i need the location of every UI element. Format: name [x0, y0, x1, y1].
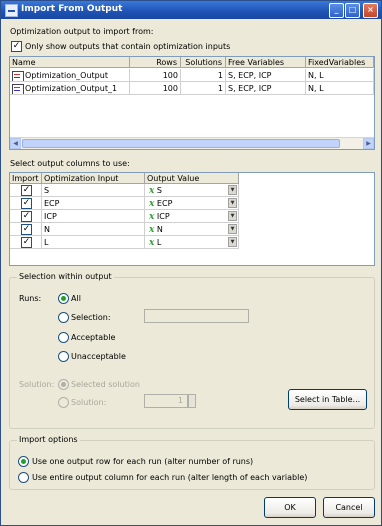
- output-value-text: L: [156, 238, 162, 247]
- runs-selection-field[interactable]: [144, 309, 249, 323]
- runs-all-radio[interactable]: [58, 293, 69, 304]
- solution-number-label: Solution:: [71, 398, 107, 407]
- scroll-left-icon[interactable]: ◀: [10, 138, 21, 149]
- runs-selection-label: Selection:: [71, 313, 111, 322]
- solution-number-field[interactable]: 1: [144, 394, 188, 408]
- col-header-fixed-variables[interactable]: FixedVariables: [306, 57, 374, 68]
- dropdown-arrow-icon[interactable]: ▼: [228, 237, 237, 247]
- selected-solution-label: Selected solution: [71, 380, 140, 389]
- maximize-button[interactable]: □: [345, 3, 360, 18]
- fx-variable-icon: x: [149, 199, 155, 209]
- output-value-dropdown[interactable]: x S ▼: [145, 184, 239, 197]
- dropdown-arrow-icon[interactable]: ▼: [228, 198, 237, 208]
- selection-group-title: Selection within output: [17, 272, 114, 281]
- col-header-optimization-input[interactable]: Optimization Input: [42, 173, 145, 184]
- solution-label: Solution:: [19, 380, 55, 389]
- optimization-input-name: N: [42, 223, 145, 236]
- runs-unacceptable-label: Unacceptable: [71, 352, 126, 361]
- output-value-dropdown[interactable]: x ECP ▼: [145, 197, 239, 210]
- select-in-table-button[interactable]: Select in Table...: [288, 389, 367, 410]
- output-free-variables: S, ECP, ICP: [226, 69, 306, 82]
- col-header-import[interactable]: Import: [10, 173, 42, 184]
- solution-spinner[interactable]: [188, 394, 196, 408]
- output-fixed-variables: N, L: [306, 82, 374, 95]
- output-solutions: 1: [181, 82, 226, 95]
- output-value-text: ECP: [156, 199, 173, 208]
- fx-variable-icon: x: [149, 212, 155, 222]
- col-header-free-variables[interactable]: Free Variables: [226, 57, 306, 68]
- fx-variable-icon: x: [149, 186, 155, 196]
- import-checkbox[interactable]: ✓: [21, 211, 32, 222]
- output-data-icon: [12, 84, 24, 94]
- optimization-input-name: S: [42, 184, 145, 197]
- title-bar[interactable]: Import From Output _ □ ×: [1, 1, 381, 19]
- col-header-rows[interactable]: Rows: [130, 57, 181, 68]
- import-checkbox[interactable]: ✓: [21, 224, 32, 235]
- col-header-output-value[interactable]: Output Value: [145, 173, 239, 184]
- dropdown-arrow-icon[interactable]: ▼: [228, 185, 237, 195]
- runs-unacceptable-radio[interactable]: [58, 351, 69, 362]
- runs-acceptable-radio[interactable]: [58, 332, 69, 343]
- import-checkbox[interactable]: ✓: [21, 185, 32, 196]
- optimization-input-name: L: [42, 236, 145, 249]
- output-rows: 100: [130, 69, 181, 82]
- output-name: Optimization_Output: [25, 71, 108, 80]
- import-checkbox[interactable]: ✓: [21, 198, 32, 209]
- output-section-label: Optimization output to import from:: [10, 27, 154, 36]
- runs-all-label: All: [71, 294, 81, 303]
- dropdown-arrow-icon[interactable]: ▼: [228, 211, 237, 221]
- optimization-input-name: ICP: [42, 210, 145, 223]
- ok-button[interactable]: OK: [264, 497, 316, 518]
- selected-solution-radio[interactable]: [58, 379, 69, 390]
- outputs-horizontal-scrollbar[interactable]: ◀ ▶: [10, 137, 374, 149]
- entire-column-per-run-label: Use entire output column for each run (a…: [32, 473, 308, 482]
- cancel-button[interactable]: Cancel: [323, 497, 375, 518]
- output-value-text: ICP: [156, 212, 170, 221]
- import-checkbox[interactable]: ✓: [21, 237, 32, 248]
- runs-label: Runs:: [19, 294, 42, 303]
- minimize-button[interactable]: _: [329, 3, 344, 18]
- output-value-text: N: [156, 225, 163, 234]
- output-value-dropdown[interactable]: x ICP ▼: [145, 210, 239, 223]
- solution-number-radio[interactable]: [58, 397, 69, 408]
- output-value-dropdown[interactable]: x N ▼: [145, 223, 239, 236]
- output-fixed-variables: N, L: [306, 69, 374, 82]
- one-row-per-run-label: Use one output row for each run (alter n…: [32, 457, 254, 466]
- close-button[interactable]: ×: [363, 3, 378, 18]
- solution-number-value: 1: [177, 396, 183, 405]
- output-data-icon: [12, 71, 24, 81]
- output-free-variables: S, ECP, ICP: [226, 82, 306, 95]
- window-title: Import From Output: [21, 4, 123, 14]
- optimization-input-name: ECP: [42, 197, 145, 210]
- fx-variable-icon: x: [149, 225, 155, 235]
- matlab-window-icon: [5, 4, 18, 17]
- fx-variable-icon: x: [149, 238, 155, 248]
- only-show-outputs-label: Only show outputs that contain optimizat…: [25, 42, 231, 51]
- output-rows: 100: [130, 82, 181, 95]
- columns-section-label: Select output columns to use:: [10, 159, 130, 168]
- col-header-solutions[interactable]: Solutions: [181, 57, 226, 68]
- runs-acceptable-label: Acceptable: [71, 333, 116, 342]
- import-options-group-title: Import options: [17, 435, 80, 444]
- import-from-output-dialog: Import From Output _ □ × Optimization ou…: [0, 0, 382, 526]
- output-name: Optimization_Output_1: [25, 84, 118, 93]
- scroll-thumb[interactable]: [22, 139, 340, 148]
- output-value-text: S: [156, 186, 162, 195]
- output-solutions: 1: [181, 69, 226, 82]
- col-header-name[interactable]: Name: [10, 57, 130, 68]
- outputs-table: Name Rows Solutions Free Variables Fixed…: [9, 56, 375, 150]
- scroll-right-icon[interactable]: ▶: [363, 138, 374, 149]
- entire-column-per-run-radio[interactable]: [18, 472, 29, 483]
- output-value-dropdown[interactable]: x L ▼: [145, 236, 239, 249]
- one-row-per-run-radio[interactable]: [18, 456, 29, 467]
- only-show-outputs-checkbox[interactable]: ✓: [11, 41, 22, 52]
- dropdown-arrow-icon[interactable]: ▼: [228, 224, 237, 234]
- runs-selection-radio[interactable]: [58, 312, 69, 323]
